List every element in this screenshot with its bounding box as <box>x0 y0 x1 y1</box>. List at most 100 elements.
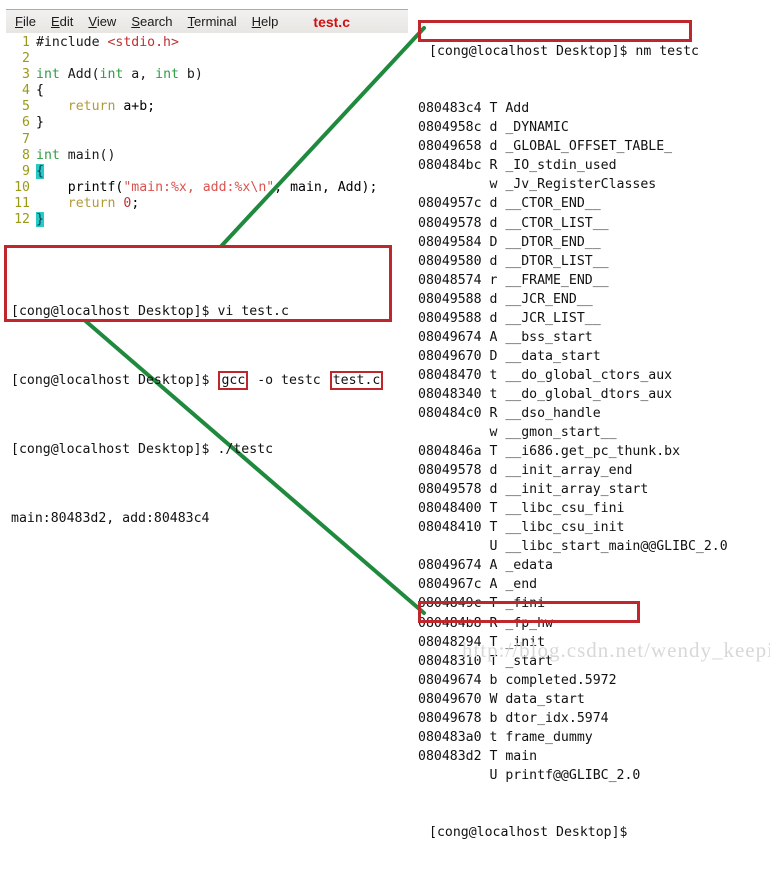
symbol-address: 08049578 <box>418 463 482 479</box>
symbol-name: __do_global_dtors_aux <box>505 386 673 402</box>
nm-symbol-row: 08048470 t __do_global_ctors_aux <box>418 366 770 385</box>
symbol-address: 0804849c <box>418 596 482 612</box>
nm-symbol-row: 080483c4 T Add <box>418 99 770 118</box>
line-content: int main() <box>36 147 116 163</box>
symbol-name: completed.5972 <box>505 672 617 688</box>
nm-symbol-row: 08049670 D __data_start <box>418 347 770 366</box>
terminal-output[interactable]: [cong@localhost Desktop]$ vi test.c [con… <box>7 248 389 580</box>
symbol-type: A <box>481 558 506 574</box>
symbol-address: 080484bc <box>418 158 482 174</box>
line-number: 3 <box>22 67 30 83</box>
nm-symbol-row: 08048340 t __do_global_dtors_aux <box>418 385 770 404</box>
line-number: 9 <box>22 163 30 179</box>
line-number: 1 <box>22 35 30 50</box>
nm-symbol-row: 08048574 r __FRAME_END__ <box>418 271 770 290</box>
menu-edit[interactable]: Edit <box>51 15 73 28</box>
nm-symbol-row: U printf@@GLIBC_2.0 <box>418 766 770 785</box>
symbol-name: __init_array_end <box>505 463 633 479</box>
nm-symbol-row: 080483a0 t frame_dummy <box>418 728 770 747</box>
symbol-type: A <box>481 329 506 345</box>
menu-help[interactable]: Help <box>252 15 279 28</box>
symbol-address: 08049674 <box>418 672 482 688</box>
symbol-address <box>418 425 482 440</box>
symbol-address: 08049588 <box>418 310 482 326</box>
symbol-type: R <box>481 615 506 631</box>
nm-output-pane[interactable]: [cong@localhost Desktop]$ nm testc 08048… <box>418 4 770 880</box>
nm-symbol-row: 08049584 D __DTOR_END__ <box>418 233 770 252</box>
symbol-name: __FRAME_END__ <box>505 272 609 288</box>
symbol-type: d <box>481 463 506 479</box>
symbol-name: _Jv_RegisterClasses <box>505 177 657 193</box>
symbol-name: __DTOR_LIST__ <box>505 253 609 269</box>
code-line: 5 return a+b; <box>6 99 408 115</box>
menu-file[interactable]: File <box>15 15 36 28</box>
nm-symbol-row: 080484b8 R _fp_hw <box>418 614 770 633</box>
terminal-line-program-output: main:80483d2, add:80483c4 <box>11 511 210 527</box>
symbol-name: data_start <box>505 691 585 707</box>
symbol-type: d <box>481 120 506 136</box>
code-line: 9 { <box>6 163 408 180</box>
symbol-type: T <box>481 520 506 536</box>
symbol-name: _fp_hw <box>505 615 553 631</box>
symbol-name: main <box>505 748 538 764</box>
nm-symbol-row: 08049678 b dtor_idx.5974 <box>418 709 770 728</box>
menu-terminal[interactable]: Terminal <box>188 15 237 28</box>
line-content: } <box>36 212 44 228</box>
symbol-address: 08049588 <box>418 291 482 307</box>
symbol-type: U <box>481 539 506 555</box>
symbol-type: w <box>481 177 506 193</box>
symbol-name: __libc_csu_fini <box>505 501 625 517</box>
symbol-address: 080484b8 <box>418 615 482 631</box>
nm-symbol-row: 080484c0 R __dso_handle <box>418 404 770 423</box>
symbol-name: _GLOBAL_OFFSET_TABLE_ <box>505 139 673 155</box>
nm-symbol-row: w _Jv_RegisterClasses <box>418 175 770 194</box>
code-line: 2 <box>6 51 408 67</box>
nm-symbol-row: 08049588 d __JCR_LIST__ <box>418 309 770 328</box>
symbol-name: printf@@GLIBC_2.0 <box>505 767 641 783</box>
symbol-name: __DTOR_END__ <box>505 234 601 250</box>
menu-view[interactable]: View <box>88 15 116 28</box>
nm-symbol-row: U __libc_start_main@@GLIBC_2.0 <box>418 537 770 556</box>
nm-symbol-row: 0804967c A _end <box>418 575 770 594</box>
symbol-address: 08048470 <box>418 367 482 383</box>
symbol-address: 08048340 <box>418 386 482 402</box>
highlight-gcc-token: gcc <box>218 371 249 391</box>
command-run: ./testc <box>217 442 274 458</box>
editor-menubar: File Edit View Search Terminal Help test… <box>6 9 408 33</box>
symbol-type: d <box>481 253 506 269</box>
symbol-type: D <box>481 348 506 364</box>
code-line: 4 { <box>6 83 408 99</box>
symbol-name: __libc_start_main@@GLIBC_2.0 <box>505 539 728 555</box>
terminal-transcript-box: [cong@localhost Desktop]$ vi test.c [con… <box>4 245 392 526</box>
nm-symbol-row: 08048410 T __libc_csu_init <box>418 518 770 537</box>
symbol-name: __JCR_END__ <box>505 291 593 307</box>
symbol-address: 0804957c <box>418 196 482 212</box>
text-editor-window: File Edit View Search Terminal Help test… <box>6 9 408 241</box>
nm-symbol-row: 0804846a T __i686.get_pc_thunk.bx <box>418 442 770 461</box>
line-content: return 0; <box>67 195 140 211</box>
symbol-name: dtor_idx.5974 <box>505 710 609 726</box>
symbol-type: t <box>481 386 506 402</box>
symbol-address: 080483a0 <box>418 729 482 745</box>
nm-symbol-row: 08049588 d __JCR_END__ <box>418 290 770 309</box>
terminal-line-vi: [cong@localhost Desktop]$ vi test.c <box>11 303 389 320</box>
menu-search[interactable]: Search <box>131 15 172 28</box>
symbol-address: 08048400 <box>418 501 482 517</box>
symbol-name: _fini <box>505 596 546 612</box>
symbol-type: d <box>481 196 506 212</box>
symbol-type: b <box>481 710 506 726</box>
cursor-brace-highlight-close: } <box>36 212 44 228</box>
symbol-address: 08049678 <box>418 710 482 726</box>
nm-symbol-row: 08049674 A __bss_start <box>418 328 770 347</box>
symbol-type: R <box>481 405 506 421</box>
code-view[interactable]: 1 #include <stdio.h> 2 3 int Add(int a, … <box>6 33 408 241</box>
line-number: 8 <box>22 147 30 163</box>
symbol-name: __CTOR_LIST__ <box>505 215 609 231</box>
symbol-address: 0804958c <box>418 120 482 136</box>
shell-prompt: [cong@localhost Desktop]$ <box>11 373 210 389</box>
nm-symbol-row: 08049578 d __CTOR_LIST__ <box>418 214 770 233</box>
nm-symbol-row: 08048400 T __libc_csu_fini <box>418 499 770 518</box>
code-line: 7 <box>6 132 408 148</box>
symbol-name: __data_start <box>505 348 601 364</box>
symbol-name: _edata <box>505 558 553 574</box>
